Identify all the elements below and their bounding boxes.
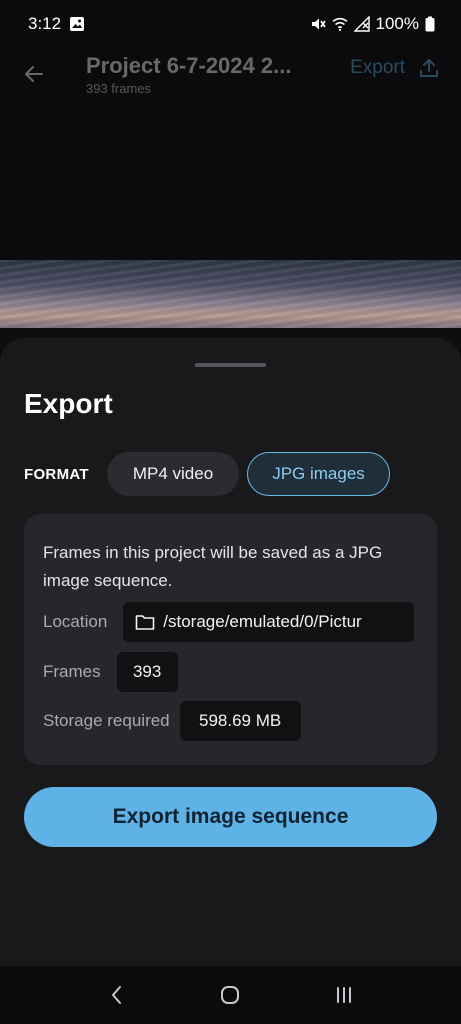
status-time: 3:12 — [28, 14, 62, 33]
battery-icon — [425, 16, 435, 32]
export-top-label: Export — [350, 57, 405, 78]
battery-percent: 100% — [375, 14, 419, 33]
home-icon — [221, 986, 240, 1004]
export-description: Frames in this project will be saved as … — [43, 543, 383, 590]
export-top-button[interactable]: Export — [350, 56, 441, 80]
frames-row: Frames 393 — [43, 652, 178, 692]
title-block: Project 6-7-2024 2... 393 frames — [86, 53, 308, 96]
back-button[interactable] — [10, 50, 58, 98]
nav-back-button[interactable] — [93, 971, 141, 1019]
image-icon — [70, 17, 85, 31]
format-label: FORMAT — [24, 465, 89, 483]
back-arrow-icon — [25, 66, 43, 82]
sheet-title: Export — [24, 388, 113, 419]
project-frame-count: 393 frames — [86, 80, 152, 96]
nav-home-button[interactable] — [206, 971, 254, 1019]
format-row: FORMAT MP4 video JPG images — [24, 452, 390, 496]
format-option-mp4[interactable]: MP4 video — [107, 452, 239, 496]
nav-back-icon — [111, 986, 121, 1004]
status-right: 100% — [310, 14, 435, 34]
wifi-icon — [331, 17, 348, 31]
frames-label: Frames — [43, 662, 101, 681]
no-signal-icon — [353, 16, 370, 32]
nav-recents-button[interactable] — [320, 971, 368, 1019]
location-label: Location — [43, 612, 108, 631]
app-bar: Project 6-7-2024 2... 393 frames Export — [0, 48, 461, 100]
format-option-jpg[interactable]: JPG images — [247, 452, 390, 496]
folder-icon — [135, 615, 155, 630]
status-left: 3:12 — [28, 14, 85, 34]
frames-value: 393 — [116, 652, 178, 692]
status-bar: 3:12 100% — [0, 0, 461, 48]
drag-handle[interactable] — [195, 363, 266, 367]
system-nav-bar — [0, 966, 461, 1024]
project-title: Project 6-7-2024 2... — [86, 52, 292, 78]
frame-preview-image — [0, 260, 461, 350]
upload-icon — [420, 59, 438, 77]
storage-value: 598.69 MB — [179, 701, 301, 741]
export-image-sequence-button[interactable]: Export image sequence — [24, 787, 437, 847]
location-value: /storage/emulated/0/Pictur — [163, 612, 362, 631]
storage-row: Storage required 598.69 MB — [43, 701, 301, 741]
storage-label: Storage required — [43, 711, 170, 730]
location-row: Location /storage/emulated/0/Pictur — [43, 602, 415, 642]
export-info-card: Frames in this project will be saved as … — [24, 514, 437, 765]
mute-icon — [311, 18, 326, 30]
location-field[interactable]: /storage/emulated/0/Pictur — [123, 602, 415, 642]
export-bottom-sheet: Export FORMAT MP4 video JPG images Frame… — [0, 338, 461, 966]
recents-icon — [337, 987, 352, 1003]
